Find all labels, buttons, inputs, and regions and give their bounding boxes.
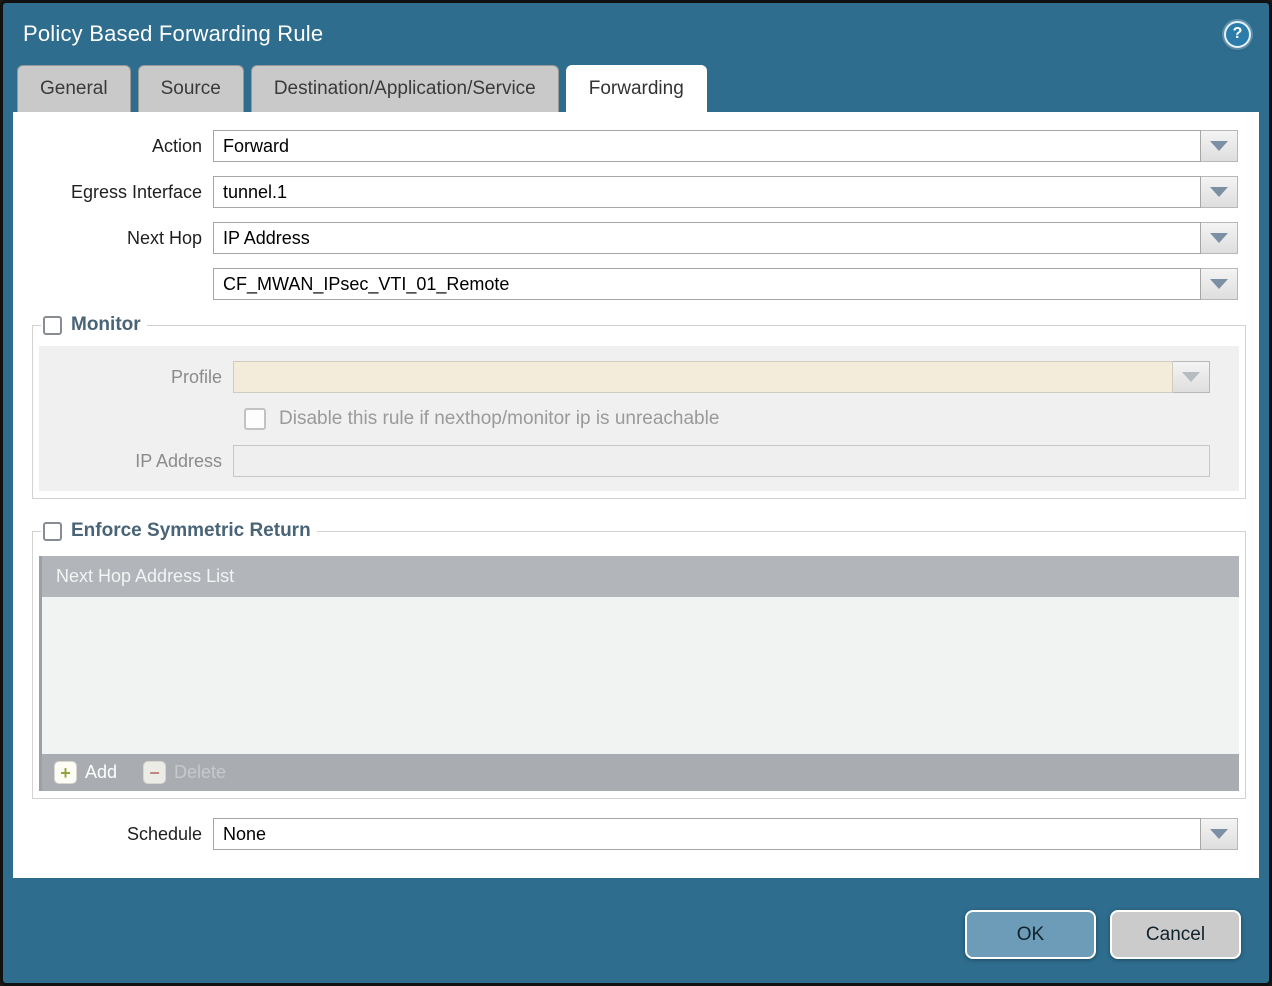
schedule-dropdown-button[interactable] xyxy=(1201,818,1238,850)
tab-forwarding-label: Forwarding xyxy=(589,78,684,100)
dialog-title: Policy Based Forwarding Rule xyxy=(23,21,323,47)
egress-interface-select[interactable]: tunnel.1 xyxy=(213,176,1201,208)
next-hop-row: Next Hop IP Address xyxy=(13,222,1238,254)
action-label: Action xyxy=(13,136,213,157)
monitor-panel: Profile Disable this rule if nexthop/mon… xyxy=(39,346,1239,491)
enforce-symmetric-return-section: Enforce Symmetric Return Next Hop Addres… xyxy=(32,520,1246,799)
action-dropdown-button[interactable] xyxy=(1201,130,1238,162)
forwarding-tab-panel: Action Forward Egress Interface tunnel.1… xyxy=(13,112,1259,878)
policy-based-forwarding-dialog: Policy Based Forwarding Rule ? General S… xyxy=(0,0,1272,986)
add-button-label: Add xyxy=(85,762,117,783)
monitor-legend: Monitor xyxy=(41,314,147,336)
dialog-footer: OK Cancel xyxy=(3,886,1269,983)
chevron-down-icon xyxy=(1210,141,1228,151)
monitor-disable-row: Disable this rule if nexthop/monitor ip … xyxy=(244,408,1239,430)
schedule-row: Schedule None xyxy=(13,818,1238,850)
monitor-ip-address-row: IP Address xyxy=(39,445,1210,477)
add-button[interactable]: + Add xyxy=(54,761,117,784)
action-select[interactable]: Forward xyxy=(213,130,1201,162)
egress-interface-row: Egress Interface tunnel.1 xyxy=(13,176,1238,208)
monitor-section: Monitor Profile Disable this rule if nex… xyxy=(32,314,1246,499)
monitor-profile-select xyxy=(233,361,1173,393)
next-hop-address-table-body[interactable] xyxy=(42,597,1239,754)
monitor-checkbox[interactable] xyxy=(43,316,62,335)
help-icon[interactable]: ? xyxy=(1224,21,1251,48)
tab-destination-application-service[interactable]: Destination/Application/Service xyxy=(251,65,559,112)
tab-bar: General Source Destination/Application/S… xyxy=(3,65,1269,112)
schedule-select[interactable]: None xyxy=(213,818,1201,850)
tab-source-label: Source xyxy=(161,78,221,100)
enforce-symmetric-return-legend: Enforce Symmetric Return xyxy=(41,520,317,542)
next-hop-address-table-header: Next Hop Address List xyxy=(42,556,1239,597)
minus-icon: − xyxy=(143,761,166,784)
next-hop-address-table-footer: + Add − Delete xyxy=(42,754,1239,791)
next-hop-address-table: Next Hop Address List + Add − Delete xyxy=(39,556,1239,791)
chevron-down-icon xyxy=(1210,187,1228,197)
dialog-titlebar: Policy Based Forwarding Rule ? xyxy=(3,3,1269,65)
egress-interface-dropdown-button[interactable] xyxy=(1201,176,1238,208)
cancel-button[interactable]: Cancel xyxy=(1110,910,1241,959)
chevron-down-icon xyxy=(1210,829,1228,839)
plus-icon: + xyxy=(54,761,77,784)
next-hop-address-dropdown-button[interactable] xyxy=(1201,268,1238,300)
monitor-ip-address-label: IP Address xyxy=(39,451,233,472)
chevron-down-icon xyxy=(1210,233,1228,243)
tab-source[interactable]: Source xyxy=(138,65,244,112)
egress-interface-label: Egress Interface xyxy=(13,182,213,203)
next-hop-address-row: CF_MWAN_IPsec_VTI_01_Remote xyxy=(13,268,1238,300)
delete-button-label: Delete xyxy=(174,762,226,783)
delete-button: − Delete xyxy=(143,761,226,784)
chevron-down-icon xyxy=(1210,279,1228,289)
tab-general[interactable]: General xyxy=(17,65,131,112)
monitor-title: Monitor xyxy=(71,314,141,336)
enforce-symmetric-return-checkbox[interactable] xyxy=(43,522,62,541)
tab-forwarding[interactable]: Forwarding xyxy=(566,65,707,112)
schedule-label: Schedule xyxy=(13,824,213,845)
monitor-profile-dropdown-button xyxy=(1173,361,1210,393)
monitor-profile-label: Profile xyxy=(39,367,233,388)
tab-destination-application-service-label: Destination/Application/Service xyxy=(274,78,536,100)
monitor-ip-address-input xyxy=(233,445,1210,477)
action-row: Action Forward xyxy=(13,130,1238,162)
tab-general-label: General xyxy=(40,78,108,100)
next-hop-address-select[interactable]: CF_MWAN_IPsec_VTI_01_Remote xyxy=(213,268,1201,300)
next-hop-label: Next Hop xyxy=(13,228,213,249)
monitor-profile-row: Profile xyxy=(39,361,1210,393)
chevron-down-icon xyxy=(1182,372,1200,382)
next-hop-type-select[interactable]: IP Address xyxy=(213,222,1201,254)
disable-rule-checkbox xyxy=(244,408,266,430)
ok-button[interactable]: OK xyxy=(965,910,1096,959)
next-hop-type-dropdown-button[interactable] xyxy=(1201,222,1238,254)
enforce-symmetric-return-title: Enforce Symmetric Return xyxy=(71,520,311,542)
disable-rule-label: Disable this rule if nexthop/monitor ip … xyxy=(279,408,719,430)
